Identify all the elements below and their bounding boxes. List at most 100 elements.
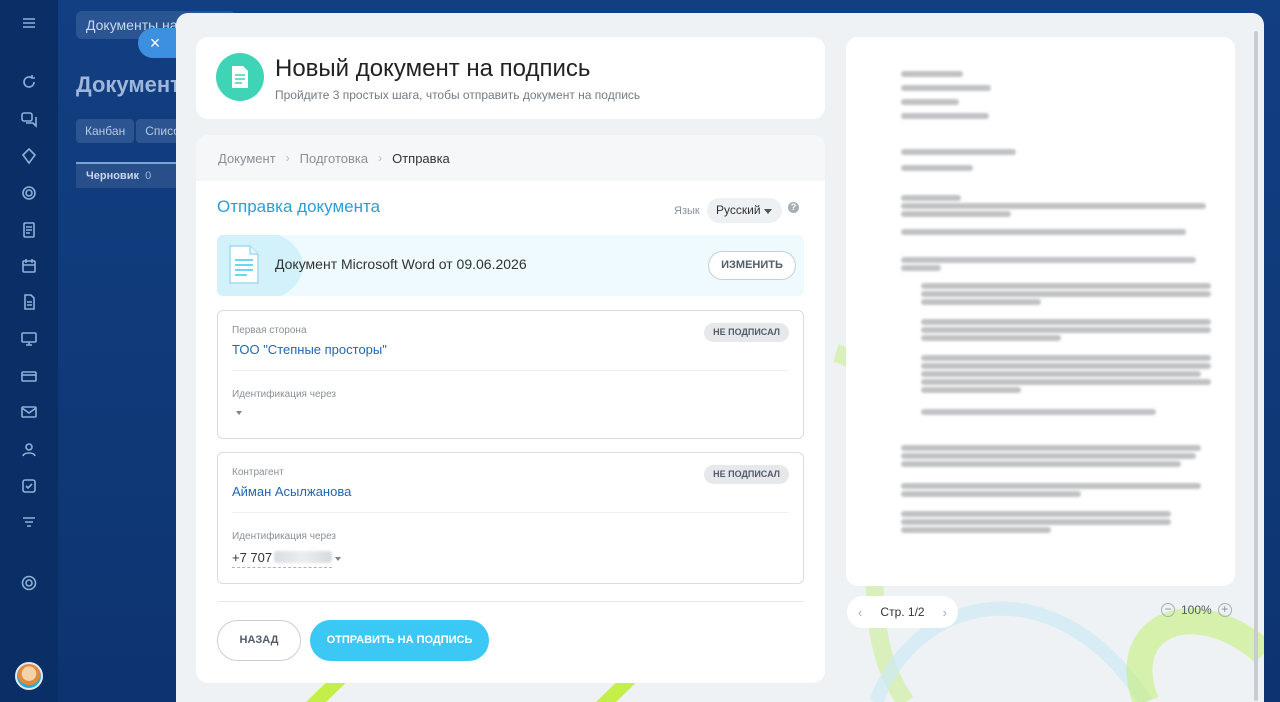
sync-icon[interactable] — [19, 72, 39, 92]
chevron-left-icon[interactable]: ‹ — [858, 605, 862, 620]
blurred-text-line — [901, 99, 959, 105]
slider-scrollbar[interactable] — [1254, 31, 1258, 701]
help-icon[interactable]: ? — [788, 202, 799, 213]
mail-icon[interactable] — [19, 402, 39, 422]
document-preview — [846, 37, 1235, 586]
zoom-in-icon[interactable]: + — [1217, 603, 1232, 617]
blurred-text-line — [921, 319, 1211, 325]
blurred-text-line — [921, 363, 1211, 369]
back-button[interactable]: НАЗАД — [217, 620, 301, 661]
breadcrumb-document[interactable]: Документ — [218, 151, 276, 166]
chevron-right-icon[interactable]: › — [943, 605, 947, 620]
chevron-down-icon[interactable] — [335, 557, 341, 561]
identification-label: Идентификация через — [232, 531, 337, 542]
blurred-text-line — [921, 335, 1061, 341]
header-card: Новый документ на подпись Пройдите 3 про… — [196, 37, 825, 119]
blurred-text-line — [901, 113, 989, 119]
monitor-icon[interactable] — [19, 329, 39, 349]
blurred-text-line — [901, 265, 941, 271]
send-for-signature-button[interactable]: ОТПРАВИТЬ НА ПОДПИСЬ — [310, 620, 489, 661]
close-slider-button[interactable]: × — [138, 28, 178, 58]
zoom-control: − 100% + — [1161, 603, 1232, 617]
identification-label: Идентификация через — [232, 389, 337, 400]
page-indicator: Стр. 1/2 — [880, 605, 925, 619]
document-slider: Новый документ на подпись Пройдите 3 про… — [176, 13, 1264, 702]
avatar[interactable] — [15, 662, 43, 690]
blurred-text-line — [901, 461, 1181, 467]
settings-icon[interactable] — [19, 573, 39, 593]
status-badge: НЕ ПОДПИСАЛ — [704, 465, 789, 484]
file-icon — [229, 245, 259, 284]
page-title: Новый документ на подпись — [275, 55, 591, 82]
blurred-text-line — [901, 149, 1016, 155]
blurred-text-line — [901, 511, 1171, 517]
blurred-text-line — [901, 257, 1196, 263]
phone-value: +7 707 — [232, 550, 273, 565]
zoom-value: 100% — [1181, 603, 1212, 617]
divider — [232, 370, 789, 371]
blurred-text-line — [921, 371, 1201, 377]
blurred-text-line — [901, 491, 1081, 497]
circle-icon[interactable] — [19, 183, 39, 203]
party-name-link[interactable]: Айман Асылжанова — [232, 484, 351, 499]
column-count: 0 — [145, 170, 152, 182]
language-select[interactable]: Русский — [707, 198, 782, 223]
kanban-column-draft: Черновик 0 — [76, 162, 176, 188]
contacts-icon[interactable] — [19, 439, 39, 459]
blurred-text-line — [901, 453, 1196, 459]
blurred-text-line — [921, 291, 1211, 297]
phone-blurred-digits — [274, 551, 333, 563]
page-pager: ‹ Стр. 1/2 › — [847, 596, 958, 628]
blurred-text-line — [921, 387, 1021, 393]
blurred-text-line — [901, 483, 1201, 489]
main-card: Документ › Подготовка › Отправка Отправк… — [196, 135, 825, 683]
document-row: Документ Microsoft Word от 09.06.2026 ИЗ… — [217, 235, 804, 296]
blurred-text-line — [901, 211, 1011, 217]
status-badge: НЕ ПОДПИСАЛ — [704, 323, 789, 342]
chevron-down-icon — [764, 209, 772, 214]
blurred-text-line — [901, 527, 1051, 533]
party-role: Контрагент — [232, 467, 284, 478]
document-name: Документ Microsoft Word от 09.06.2026 — [275, 256, 527, 272]
card-icon[interactable] — [19, 366, 39, 386]
close-icon: × — [149, 33, 161, 53]
blurred-text-line — [921, 409, 1156, 415]
zoom-out-icon[interactable]: − — [1161, 603, 1175, 617]
chat-icon[interactable] — [19, 109, 39, 129]
blurred-text-line — [901, 445, 1201, 451]
divider — [232, 512, 789, 513]
section-title: Отправка документа — [217, 197, 381, 216]
checkbox-icon[interactable] — [19, 476, 39, 496]
breadcrumb-sending: Отправка — [392, 150, 450, 166]
chevron-right-icon: › — [285, 151, 290, 165]
blurred-text-line — [901, 71, 963, 77]
calendar-icon[interactable] — [19, 256, 39, 276]
document-icon[interactable] — [19, 220, 39, 240]
change-document-button[interactable]: ИЗМЕНИТЬ — [708, 251, 796, 280]
blurred-text-line — [921, 327, 1211, 333]
blurred-text-line — [921, 299, 1041, 305]
star-icon[interactable] — [19, 146, 39, 166]
party-name-link[interactable]: ТОО "Степные просторы" — [232, 342, 387, 357]
breadcrumb: Документ › Подготовка › Отправка — [196, 135, 825, 181]
blurred-text-line — [921, 355, 1211, 361]
language-value: Русский — [716, 203, 761, 217]
divider — [217, 601, 804, 602]
party-card-first: Первая сторона ТОО "Степные просторы" НЕ… — [217, 310, 804, 439]
breadcrumb-preparation[interactable]: Подготовка — [300, 151, 368, 166]
file-icon[interactable] — [19, 292, 39, 312]
phone-select[interactable]: +7 707 — [232, 550, 333, 568]
party-role: Первая сторона — [232, 325, 307, 336]
blurred-text-line — [901, 203, 1206, 209]
party-card-counterparty: Контрагент Айман Асылжанова НЕ ПОДПИСАЛ … — [217, 452, 804, 584]
filter-icon[interactable] — [19, 513, 39, 533]
tab-kanban[interactable]: Канбан — [76, 119, 135, 143]
blurred-text-line — [901, 229, 1186, 235]
menu-icon[interactable] — [19, 13, 39, 33]
column-label: Черновик — [86, 170, 139, 182]
page-subtitle: Пройдите 3 простых шага, чтобы отправить… — [275, 88, 641, 102]
blurred-text-line — [901, 165, 973, 171]
left-rail — [0, 0, 58, 702]
identification-dropdown[interactable] — [236, 411, 242, 415]
blurred-text-line — [901, 85, 991, 91]
